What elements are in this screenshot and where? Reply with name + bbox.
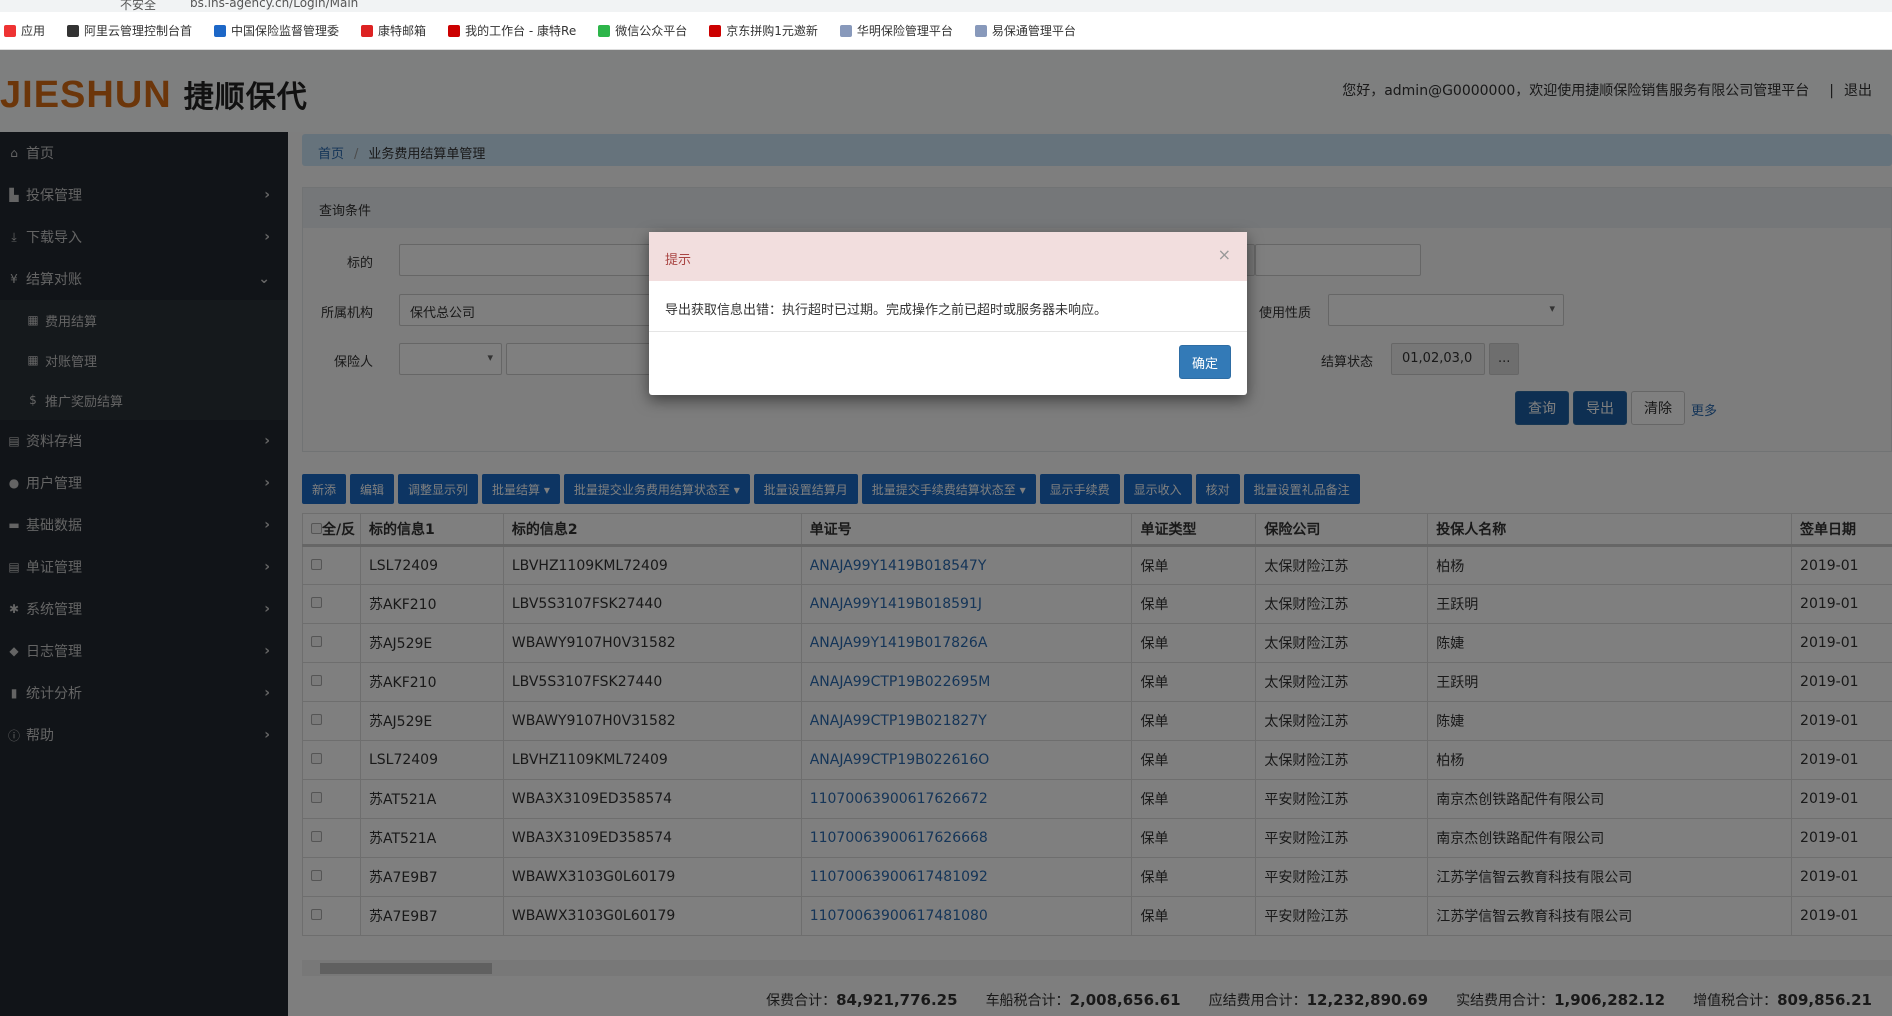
bookmark-icon <box>361 24 374 37</box>
bookmark-label: 应用 <box>21 24 46 38</box>
bookmark-icon <box>974 24 987 37</box>
bookmark-label: 我的工作台 - 康特Re <box>465 24 577 38</box>
bookmark-icon <box>214 24 227 37</box>
bookmark-4[interactable]: 我的工作台 - 康特Re <box>448 22 576 39</box>
bookmark-icon <box>839 24 852 37</box>
address-bar[interactable]: 不安全 bs.ins-agency.cn/Login/Main <box>0 0 1892 12</box>
bookmark-3[interactable]: 康特邮箱 <box>361 22 426 39</box>
bookmark-label: 京东拼购1元邀新 <box>726 24 818 38</box>
bookmark-icon <box>67 24 80 37</box>
url-text[interactable]: bs.ins-agency.cn/Login/Main <box>190 0 358 10</box>
bookmark-label: 易保通管理平台 <box>991 24 1076 38</box>
bookmark-label: 阿里云管理控制台首 <box>84 24 193 38</box>
bookmark-5[interactable]: 微信公众平台 <box>598 22 687 39</box>
bookmark-0[interactable]: 应用 <box>4 22 45 39</box>
bookmark-1[interactable]: 阿里云管理控制台首 <box>67 22 192 39</box>
bookmark-label: 微信公众平台 <box>615 24 688 38</box>
dialog-message: 导出获取信息出错：执行超时已过期。完成操作之前已超时或服务器未响应。 <box>649 281 1247 332</box>
bookmark-label: 康特邮箱 <box>378 24 427 38</box>
dialog-title: 提示 <box>665 253 692 268</box>
bookmark-label: 华明保险管理平台 <box>856 24 953 38</box>
bookmark-2[interactable]: 中国保险监督管理委 <box>214 22 339 39</box>
modal-backdrop[interactable] <box>0 50 1892 1016</box>
bookmarks-bar: 应用 阿里云管理控制台首 中国保险监督管理委 康特邮箱 我的工作台 - 康特Re 微信公众… <box>0 12 1892 50</box>
bookmark-6[interactable]: 京东拼购1元邀新 <box>709 22 818 39</box>
bookmark-icon <box>4 24 16 37</box>
close-icon[interactable]: × <box>1218 245 1231 264</box>
bookmark-8[interactable]: 易保通管理平台 <box>974 22 1076 39</box>
ok-button[interactable]: 确定 <box>1178 345 1231 379</box>
bookmark-label: 中国保险监督管理委 <box>231 24 340 38</box>
bookmark-icon <box>598 24 611 37</box>
bookmark-icon <box>448 24 461 37</box>
bookmark-icon <box>709 24 722 37</box>
alert-dialog: 提示 × 导出获取信息出错：执行超时已过期。完成操作之前已超时或服务器未响应。 确… <box>649 232 1247 395</box>
bookmark-7[interactable]: 华明保险管理平台 <box>839 22 953 39</box>
